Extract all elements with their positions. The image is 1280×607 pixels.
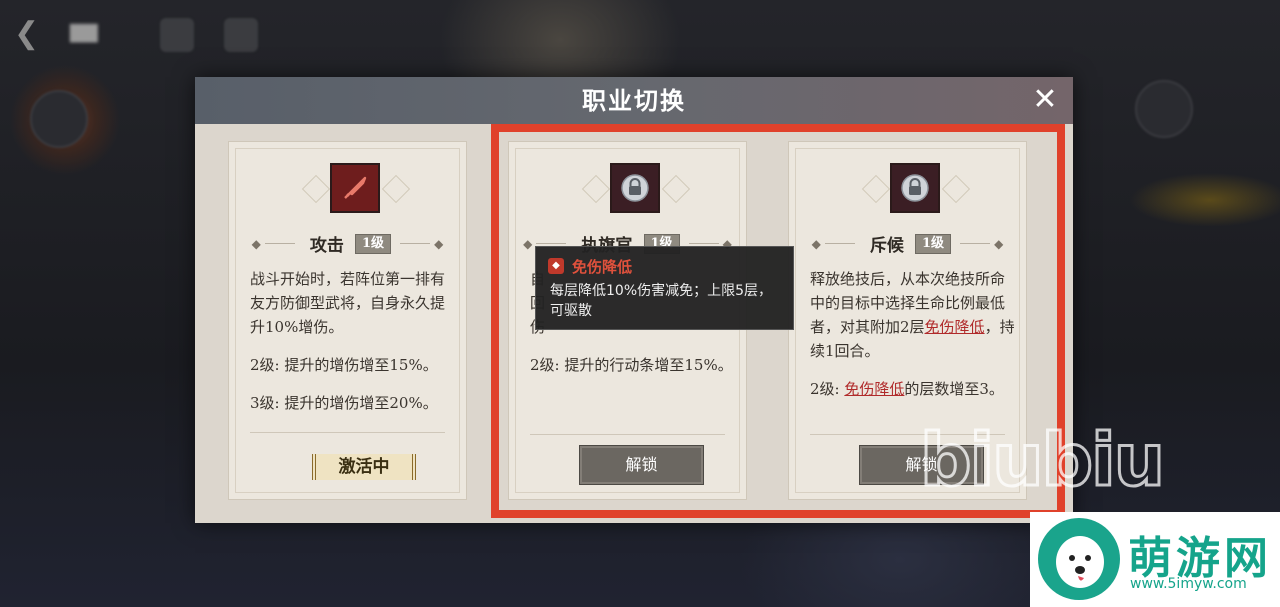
class-description: 战斗开始时，若阵位第一排有友方防御型武将，自身永久提升10%增伤。 2级: 提升… [250, 270, 446, 412]
home-label[interactable]: ▇▇ [70, 22, 130, 46]
sword-icon [344, 176, 367, 199]
level-badge: 1级 [915, 233, 952, 254]
debuff-icon: ◆ [548, 258, 564, 274]
class-icon [890, 163, 940, 213]
tooltip-text: 每层降低10%伤害减免；上限5层，可驱散 [550, 283, 773, 319]
unlock-button[interactable]: 解锁 [579, 445, 704, 485]
class-name: 斥候 [869, 236, 904, 256]
home-icon[interactable] [160, 18, 194, 52]
class-name: 攻击 [309, 236, 344, 256]
back-arrow-icon[interactable]: ❮ [14, 18, 50, 50]
active-status-badge: 激活中 [312, 454, 416, 480]
menu-icon[interactable] [224, 18, 258, 52]
keyword-tooltip: ◆ 免伤降低 每层降低10%伤害减免；上限5层，可驱散 [535, 246, 794, 330]
site-logo: 萌游网 www.5imyw.com [1030, 512, 1280, 607]
dialog-title: 职业切换 [582, 86, 686, 115]
class-icon [330, 163, 380, 213]
top-bar: ❮ ▇▇ [0, 0, 300, 70]
lock-icon [621, 174, 649, 202]
class-card-attack[interactable]: ◆ 攻击 1级 ◆ 战斗开始时，若阵位第一排有友方防御型武将，自身永久提升10%… [228, 141, 467, 500]
dog-logo-icon [1038, 518, 1120, 600]
close-icon[interactable]: ✕ [1031, 85, 1059, 115]
side-button[interactable] [1135, 80, 1193, 138]
level-badge: 1级 [355, 233, 392, 254]
avatar[interactable] [30, 90, 88, 148]
tooltip-title: 免伤降低 [572, 258, 633, 276]
site-url: www.5imyw.com [1130, 576, 1247, 592]
class-icon [610, 163, 660, 213]
keyword-link[interactable]: 免伤降低 [925, 318, 985, 336]
keyword-link[interactable]: 免伤降低 [844, 380, 904, 398]
class-description: 释放绝技后，从本次绝技所命中的目标中选择生命比例最低者，对其附加2层免伤降低，持… [810, 270, 1015, 398]
lock-icon [901, 174, 929, 202]
watermark-text: biubiu [919, 418, 1167, 502]
dialog-header: 职业切换 ✕ [195, 77, 1073, 124]
